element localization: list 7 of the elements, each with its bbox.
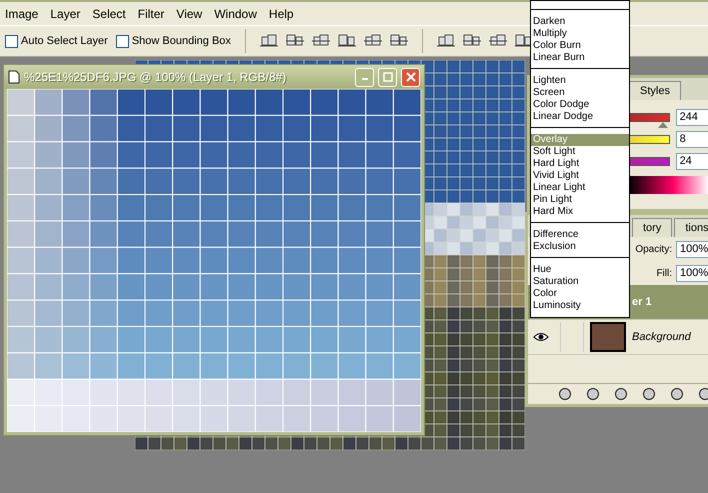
layer-name: Background	[632, 331, 691, 343]
opacity-label: Opacity:	[635, 244, 672, 254]
layer-name: er 1	[632, 296, 652, 308]
checkbox-label: Auto Select Layer	[21, 35, 108, 47]
window-title: %25E1%25DF6.JPG @ 100% (Layer 1, RGB/8#)	[24, 70, 288, 84]
checkbox-label: Show Bounding Box	[132, 35, 231, 47]
fill-label: Fill:	[656, 268, 672, 278]
